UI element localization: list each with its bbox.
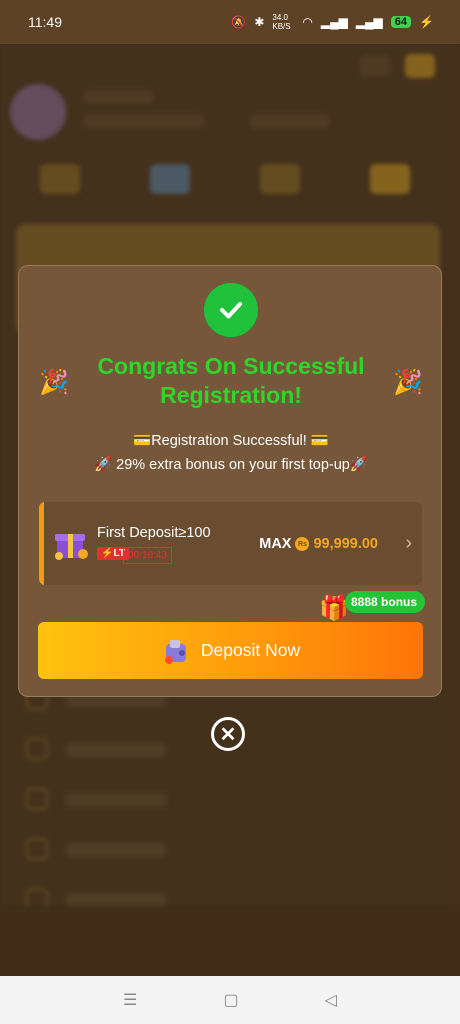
- chevron-right-icon: ›: [405, 532, 412, 554]
- first-deposit-offer[interactable]: First Deposit≥100 ⚡LT 00:10:43 MAX Rs 99…: [39, 502, 422, 585]
- deposit-now-button[interactable]: Deposit Now: [38, 622, 423, 679]
- signal-icon: ▂▄▆: [320, 15, 348, 29]
- gift-box-icon: [55, 534, 88, 560]
- charging-icon: ⚡: [419, 15, 434, 29]
- party-popper-icon: 🎉: [393, 369, 423, 396]
- check-circle-icon: [204, 283, 258, 337]
- close-modal-button[interactable]: ✕: [211, 717, 245, 751]
- battery-level: 64: [390, 16, 412, 28]
- deposit-offer-title: First Deposit≥100: [97, 525, 211, 541]
- offer-timer: 00:10:43: [123, 547, 172, 564]
- party-popper-icon: 🎉: [39, 369, 69, 396]
- home-icon[interactable]: ▢: [223, 990, 238, 1010]
- offer-accent-strip: [39, 502, 44, 585]
- status-bar: 11:49 🔕 ✱ 34.0 KB/S ◠ ▂▄▆ ▂▄▆ 64 ⚡: [0, 0, 460, 44]
- net-speed: 34.0 KB/S: [272, 13, 291, 31]
- mute-icon: 🔕: [231, 15, 247, 29]
- deposit-now-label: Deposit Now: [200, 640, 301, 660]
- rupee-coin-icon: Rs: [295, 537, 310, 551]
- signal-icon-2: ▂▄▆: [355, 15, 383, 29]
- bonus-badge: 8888 bonus: [345, 591, 426, 613]
- system-navigation-bar: ☰ ▢ ◁: [0, 976, 460, 1024]
- wifi-icon: ◠: [302, 15, 313, 29]
- wallet-icon: [164, 639, 186, 664]
- close-icon: ✕: [219, 723, 237, 746]
- bonus-message: 🚀 29% extra bonus on your first top-up🚀: [94, 457, 368, 473]
- registration-success-modal: 🎉 Congrats On Successful Registration! 🎉…: [18, 265, 442, 697]
- max-amount: MAX Rs 99,999.00: [259, 536, 378, 552]
- registration-message: 💳Registration Successful! 💳: [133, 433, 329, 449]
- menu-icon[interactable]: ☰: [123, 990, 137, 1010]
- modal-title: Congrats On Successful Registration!: [97, 353, 365, 408]
- status-time: 11:49: [28, 14, 62, 30]
- back-icon[interactable]: ◁: [325, 990, 337, 1010]
- status-icons: 🔕 ✱ 34.0 KB/S ◠ ▂▄▆ ▂▄▆ 64 ⚡: [231, 13, 434, 31]
- bluetooth-icon: ✱: [254, 15, 265, 29]
